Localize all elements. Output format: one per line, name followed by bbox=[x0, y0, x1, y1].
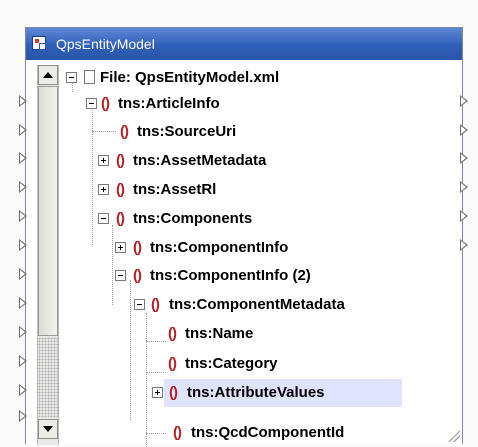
collapse-toggle-icon[interactable] bbox=[86, 98, 97, 109]
expand-toggle-icon[interactable] bbox=[98, 155, 109, 166]
tree-connector bbox=[130, 280, 131, 420]
output-connector-icon[interactable] bbox=[460, 181, 468, 193]
element-icon: () bbox=[116, 152, 125, 169]
output-connector-icon[interactable] bbox=[460, 152, 468, 164]
tree-item-label: tns:ArticleInfo bbox=[118, 95, 220, 112]
output-connector-icon[interactable] bbox=[460, 95, 468, 107]
tree-item-label: tns:QcdComponentId bbox=[191, 424, 345, 441]
scrollbar-track[interactable] bbox=[38, 337, 58, 417]
tree-item-label: tns:Name bbox=[185, 325, 254, 342]
output-connector-icon[interactable] bbox=[460, 210, 468, 222]
element-icon: () bbox=[168, 325, 177, 342]
file-icon bbox=[84, 70, 95, 84]
element-icon: () bbox=[169, 384, 178, 401]
tree-item-label: tns:ComponentMetadata bbox=[169, 296, 345, 313]
output-connector-icon[interactable] bbox=[460, 239, 468, 251]
file-label: File: QpsEntityModel.xml bbox=[100, 69, 280, 86]
input-connector-icon[interactable] bbox=[19, 268, 27, 280]
component-titlebar[interactable]: QpsEntityModel bbox=[26, 28, 462, 60]
tree-connector bbox=[146, 433, 166, 434]
element-icon: () bbox=[101, 95, 110, 112]
collapse-toggle-icon[interactable] bbox=[134, 299, 145, 310]
input-connector-icon[interactable] bbox=[19, 239, 27, 251]
resize-grip[interactable] bbox=[448, 430, 460, 442]
tree-item-label: tns:ComponentInfo bbox=[150, 239, 289, 256]
tree-item-label: tns:Category bbox=[185, 355, 278, 372]
tree-item-label: tns:SourceUri bbox=[137, 123, 237, 140]
tree-connector bbox=[146, 313, 147, 445]
tree-item-label: tns:AssetRl bbox=[133, 181, 217, 198]
element-icon: () bbox=[133, 239, 142, 256]
collapse-toggle-icon[interactable] bbox=[98, 213, 109, 224]
tree-connector bbox=[146, 341, 166, 342]
input-connector-icon[interactable] bbox=[19, 152, 27, 164]
tree-connector bbox=[92, 108, 93, 245]
schema-component-icon bbox=[32, 36, 46, 50]
scroll-up-button[interactable] bbox=[38, 65, 58, 85]
scroll-down-button[interactable] bbox=[38, 419, 58, 439]
element-icon: () bbox=[173, 424, 182, 441]
expand-toggle-icon[interactable] bbox=[98, 184, 109, 195]
output-connector-icon[interactable] bbox=[460, 124, 468, 136]
tree-item-label: tns:AssetMetadata bbox=[133, 152, 267, 169]
vertical-scrollbar[interactable] bbox=[37, 65, 59, 445]
element-icon: () bbox=[168, 355, 177, 372]
collapse-toggle-icon[interactable] bbox=[115, 270, 126, 281]
element-icon: () bbox=[116, 181, 125, 198]
input-connector-icon[interactable] bbox=[19, 326, 27, 338]
scrollbar-thumb[interactable] bbox=[38, 86, 58, 336]
input-connector-icon[interactable] bbox=[19, 297, 27, 309]
tree-item-label: tns:ComponentInfo (2) bbox=[150, 267, 311, 284]
tree-item-label: tns:Components bbox=[133, 210, 253, 227]
input-connector-icon[interactable] bbox=[19, 384, 27, 396]
input-connector-icon[interactable] bbox=[19, 210, 27, 222]
element-icon: () bbox=[151, 296, 160, 313]
input-connector-icon[interactable] bbox=[19, 355, 27, 367]
expand-toggle-icon[interactable] bbox=[152, 387, 163, 398]
input-connector-icon[interactable] bbox=[19, 410, 27, 422]
element-icon: () bbox=[120, 123, 129, 140]
expand-toggle-icon[interactable] bbox=[115, 242, 126, 253]
input-connector-icon[interactable] bbox=[19, 124, 27, 136]
input-connector-icon[interactable] bbox=[19, 181, 27, 193]
element-icon: () bbox=[116, 210, 125, 227]
element-icon: () bbox=[133, 267, 142, 284]
collapse-toggle-icon[interactable] bbox=[66, 72, 77, 83]
input-connector-icon[interactable] bbox=[19, 95, 27, 107]
tree-connector bbox=[112, 225, 113, 305]
mapping-component-window: QpsEntityModel File: QpsEntityModel.xml … bbox=[25, 27, 463, 445]
component-title: QpsEntityModel bbox=[56, 36, 155, 52]
tree-connector bbox=[146, 372, 166, 373]
tree-connector bbox=[92, 131, 116, 132]
tree-item-label: tns:AttributeValues bbox=[187, 384, 325, 401]
